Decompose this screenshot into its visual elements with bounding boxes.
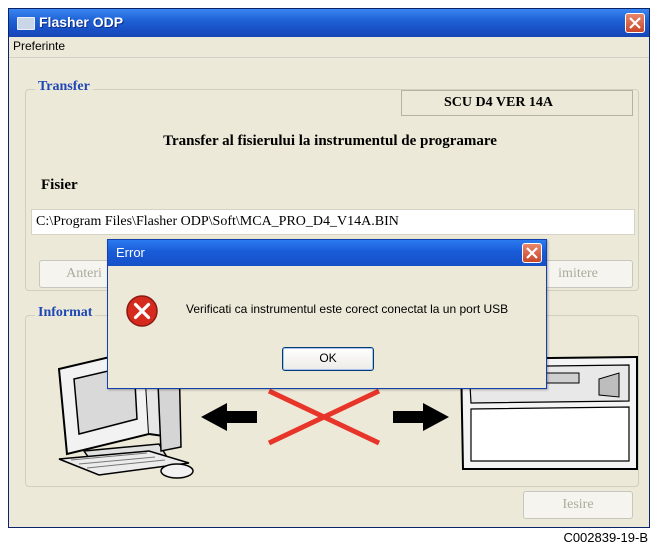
error-dialog-title: Error [116, 245, 145, 260]
disconnected-cross-icon [267, 388, 381, 446]
error-dialog-titlebar[interactable]: Error [108, 240, 546, 266]
right-arrow-icon [393, 403, 449, 431]
exit-button[interactable]: Iesire [523, 491, 633, 519]
error-dialog: Error Verificati ca instrumentul este co… [107, 239, 547, 389]
info-group-label: Informat [35, 305, 96, 321]
file-label: Fisier [41, 177, 78, 193]
close-button[interactable] [625, 13, 645, 33]
app-icon [17, 17, 35, 30]
close-icon [526, 247, 538, 259]
transfer-group-label: Transfer [35, 79, 93, 95]
figure-code: C002839-19-B [563, 530, 648, 545]
version-display: SCU D4 VER 14A [401, 90, 633, 116]
close-icon [629, 17, 641, 29]
transfer-heading: Transfer al fisierului la instrumentul d… [163, 133, 497, 149]
error-message: Verificati ca instrumentul este corect c… [186, 302, 509, 316]
left-arrow-icon [201, 403, 257, 431]
ok-button[interactable]: OK [282, 347, 374, 371]
error-dialog-close-button[interactable] [522, 243, 542, 263]
error-icon [126, 295, 158, 327]
file-path-field[interactable]: C:\Program Files\Flasher ODP\Soft\MCA_PR… [31, 209, 635, 235]
menu-bar: Preferinte [9, 37, 649, 58]
title-bar[interactable]: Flasher ODP [9, 9, 649, 37]
menu-preferinte[interactable]: Preferinte [13, 39, 65, 53]
window-title: Flasher ODP [39, 14, 124, 30]
